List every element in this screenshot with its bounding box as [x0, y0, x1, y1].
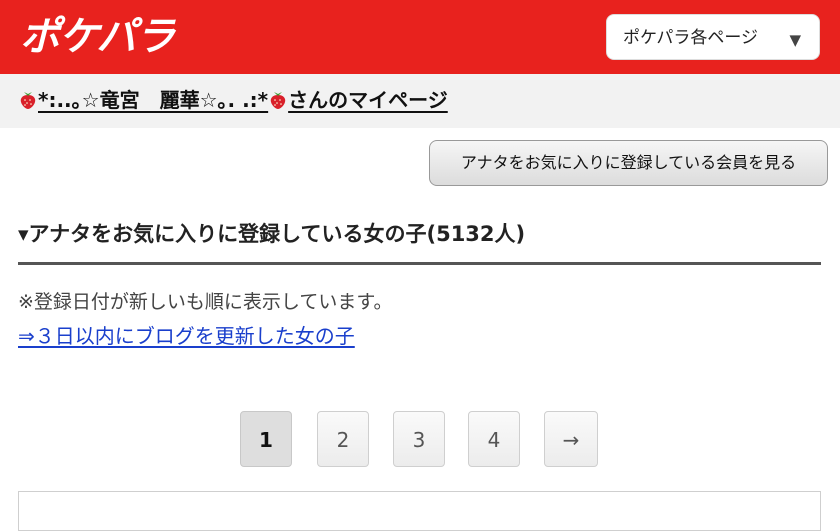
user-mypage-bar: *:..｡☆竜宮 麗華☆｡. .:* さんのマイページ — [0, 74, 840, 128]
strawberry-icon — [20, 92, 36, 109]
username: *:..｡☆竜宮 麗華☆｡. .:* — [38, 88, 269, 112]
pagination: 1 2 3 4 → — [0, 410, 840, 470]
page-4-button[interactable]: 4 — [468, 411, 520, 467]
view-fav-members-button[interactable]: アナタをお気に入りに登録している会員を見る — [429, 140, 828, 186]
next-page-button[interactable]: → — [544, 411, 598, 467]
page-1-button[interactable]: 1 — [240, 411, 292, 467]
sort-note: ※登録日付が新しいも順に表示しています。 — [18, 291, 393, 313]
site-header: ポケパラ ポケパラ各ページ ▼ — [0, 0, 840, 74]
page-3-button[interactable]: 3 — [393, 411, 445, 467]
mypage-suffix: さんのマイページ — [288, 88, 448, 112]
section-divider — [18, 262, 821, 265]
strawberry-icon — [270, 92, 286, 109]
site-pages-dropdown[interactable]: ポケパラ各ページ ▼ — [606, 14, 820, 60]
chevron-down-icon: ▼ — [789, 31, 801, 49]
site-pages-label: ポケパラ各ページ — [623, 28, 758, 48]
pokepara-logo[interactable]: ポケパラ — [20, 14, 175, 60]
page-2-button[interactable]: 2 — [317, 411, 369, 467]
girl-list-card — [18, 491, 821, 531]
recent-blog-link[interactable]: ⇒３日以内にブログを更新した女の子 — [18, 320, 355, 349]
section-title: ▾アナタをお気に入りに登録している女の子(5132人) — [18, 222, 526, 246]
logo-text: ポケパラ — [20, 14, 175, 60]
mypage-link[interactable]: *:..｡☆竜宮 麗華☆｡. .:* さんのマイページ — [18, 86, 448, 114]
